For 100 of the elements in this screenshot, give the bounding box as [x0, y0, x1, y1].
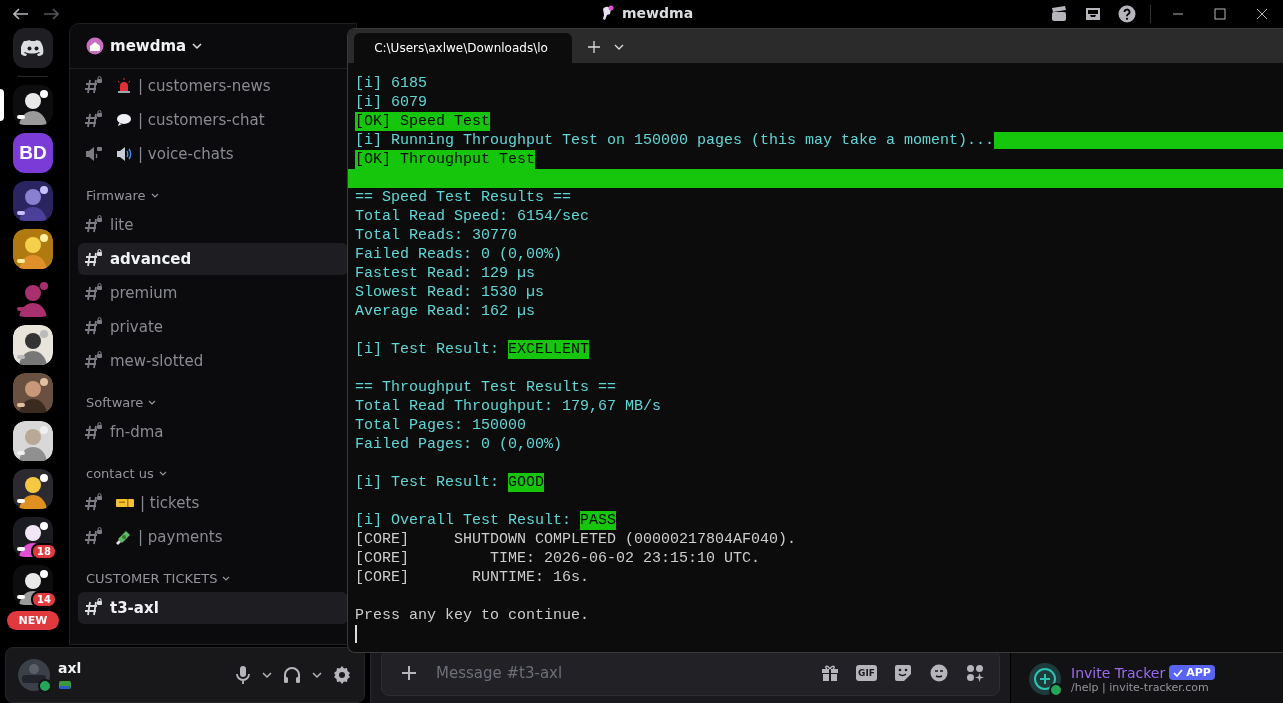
- terminal-line: [i] Test Result:: [355, 473, 501, 492]
- terminal-line: [i] Running Throughput Test on 150000 pages (this may take a moment)...: [355, 131, 995, 150]
- maximize-icon[interactable]: [1214, 8, 1226, 20]
- channel-item[interactable]: | voice-chats: [78, 138, 348, 170]
- controller-icon: [21, 39, 45, 57]
- terminal-line: [i] 6185: [355, 74, 427, 93]
- channel-item[interactable]: | payments: [78, 521, 348, 553]
- terminal-line: [CORE] RUNTIME: 16s.: [355, 568, 590, 587]
- chevron-icon[interactable]: [222, 575, 231, 582]
- forward-icon[interactable]: [43, 8, 59, 20]
- terminal-line: Press any key to continue.: [355, 606, 590, 625]
- terminal-line: [i] 6079: [355, 93, 427, 112]
- terminal-line: Average Read: 162 µs: [355, 302, 536, 321]
- locked-speaker-icon: [84, 144, 104, 164]
- user-name: axl: [58, 660, 82, 676]
- locked-hash-icon: [84, 283, 104, 303]
- category-label[interactable]: Software: [86, 395, 144, 410]
- locked-hash-icon: [84, 317, 104, 337]
- terminal-line: [i] Overall Test Result:: [355, 511, 573, 530]
- microphone-icon[interactable]: [234, 665, 252, 685]
- new-pill[interactable]: NEW: [6, 611, 60, 630]
- selection-pill: [0, 89, 4, 121]
- window-title: mewdma: [622, 5, 694, 21]
- check-icon: [1173, 668, 1184, 677]
- settings-icon[interactable]: [332, 665, 352, 685]
- channel-item[interactable]: lite: [78, 209, 348, 241]
- text-cursor: [355, 625, 357, 643]
- channel-item[interactable]: private: [78, 311, 348, 343]
- channel-item[interactable]: | customers-news: [78, 70, 348, 102]
- result-highlight: EXCELLENT: [508, 340, 590, 359]
- back-icon[interactable]: [13, 8, 29, 20]
- apps-icon[interactable]: [965, 663, 985, 683]
- terminal-line: == Throughput Test Results ==: [355, 378, 617, 397]
- locked-hash-icon: [84, 422, 104, 442]
- server-icon: [600, 5, 614, 21]
- category-label[interactable]: Firmware: [86, 188, 146, 203]
- help-icon[interactable]: [1118, 5, 1136, 23]
- speaker-icon: [116, 146, 132, 162]
- member-status: /help | invite-tracker.com: [1071, 680, 1210, 694]
- headphones-icon[interactable]: [282, 665, 302, 685]
- server-button[interactable]: BD: [13, 133, 53, 173]
- server-name[interactable]: mewdma: [110, 37, 187, 55]
- gif-button[interactable]: GIF: [856, 665, 877, 681]
- member-item[interactable]: Invite Tracker APP /help | invite-tracker.com: [1011, 663, 1283, 703]
- channel-item[interactable]: premium: [78, 277, 348, 309]
- channel-item[interactable]: t3-axl: [78, 592, 348, 624]
- terminal-line: Total Reads: 30770: [355, 226, 518, 245]
- terminal-line: Fastest Read: 129 µs: [355, 264, 536, 283]
- channel-item[interactable]: | tickets: [78, 487, 348, 519]
- channel-item[interactable]: advanced: [78, 243, 348, 275]
- sticker-icon[interactable]: [893, 663, 913, 683]
- speech-bubble-icon: [116, 112, 132, 128]
- caret-icon[interactable]: [312, 671, 322, 679]
- terminal-line: [i] Test Result:: [355, 340, 501, 359]
- chevron-icon[interactable]: [158, 470, 167, 477]
- category-label[interactable]: contact us: [86, 466, 154, 481]
- terminal-line: [CORE] SHUTDOWN COMPLETED (00000217804AF040).: [355, 530, 797, 549]
- chevron-icon[interactable]: [150, 192, 159, 199]
- locked-hash-icon: [84, 493, 104, 513]
- money-icon: [116, 529, 132, 545]
- new-tab-icon[interactable]: [588, 41, 600, 53]
- caret-icon[interactable]: [262, 671, 272, 679]
- terminal-line: Total Read Throughput: 179,67 MB/s: [355, 397, 662, 416]
- terminal-line: Slowest Read: 1530 µs: [355, 283, 545, 302]
- mention-badge: 14: [31, 591, 57, 608]
- terminal-line: Total Read Speed: 6154/sec: [355, 207, 590, 226]
- locked-hash-icon: [84, 351, 104, 371]
- result-highlight: PASS: [580, 511, 617, 530]
- terminal-line: Total Pages: 150000: [355, 416, 527, 435]
- channel-item[interactable]: mew-slotted: [78, 345, 348, 377]
- locked-hash-icon: [84, 598, 104, 618]
- inbox-icon[interactable]: [1084, 5, 1102, 23]
- member-name: Invite Tracker: [1071, 664, 1166, 681]
- terminal-tab[interactable]: C:\Users\axlwe\Downloads\lo: [354, 33, 572, 63]
- terminal-line: Failed Reads: 0 (0,00%): [355, 245, 563, 264]
- category-label[interactable]: CUSTOMER TICKETS: [86, 571, 218, 586]
- message-field[interactable]: Message #t3-axl GIF: [381, 650, 1000, 696]
- plus-icon[interactable]: [400, 664, 418, 682]
- caret-icon[interactable]: [614, 44, 624, 50]
- home-button[interactable]: [13, 28, 53, 68]
- locked-hash-icon: [84, 76, 104, 96]
- gift-icon[interactable]: [820, 663, 841, 683]
- locked-hash-icon: [84, 215, 104, 235]
- close-icon[interactable]: [1256, 8, 1268, 20]
- mention-badge: 18: [31, 543, 57, 560]
- locked-hash-icon: [84, 527, 104, 547]
- channel-item[interactable]: | customers-chat: [78, 104, 348, 136]
- result-highlight: GOOD: [508, 473, 545, 492]
- app-tag: APP: [1169, 665, 1215, 680]
- emoji-icon[interactable]: [929, 663, 949, 683]
- online-status-dot: [38, 679, 52, 693]
- channel-item[interactable]: fn-dma: [78, 416, 348, 448]
- terminal-line: [CORE] TIME: 2026-06-02 23:15:10 UTC.: [355, 549, 761, 568]
- chevron-icon[interactable]: [148, 399, 157, 406]
- locked-hash-icon: [84, 249, 104, 269]
- ticket-icon: [116, 497, 134, 509]
- locked-hash-icon: [84, 110, 104, 130]
- terminal-line: Failed Pages: 0 (0,00%): [355, 435, 563, 454]
- clapperboard-icon[interactable]: [1050, 5, 1068, 23]
- server-icon: [86, 37, 104, 55]
